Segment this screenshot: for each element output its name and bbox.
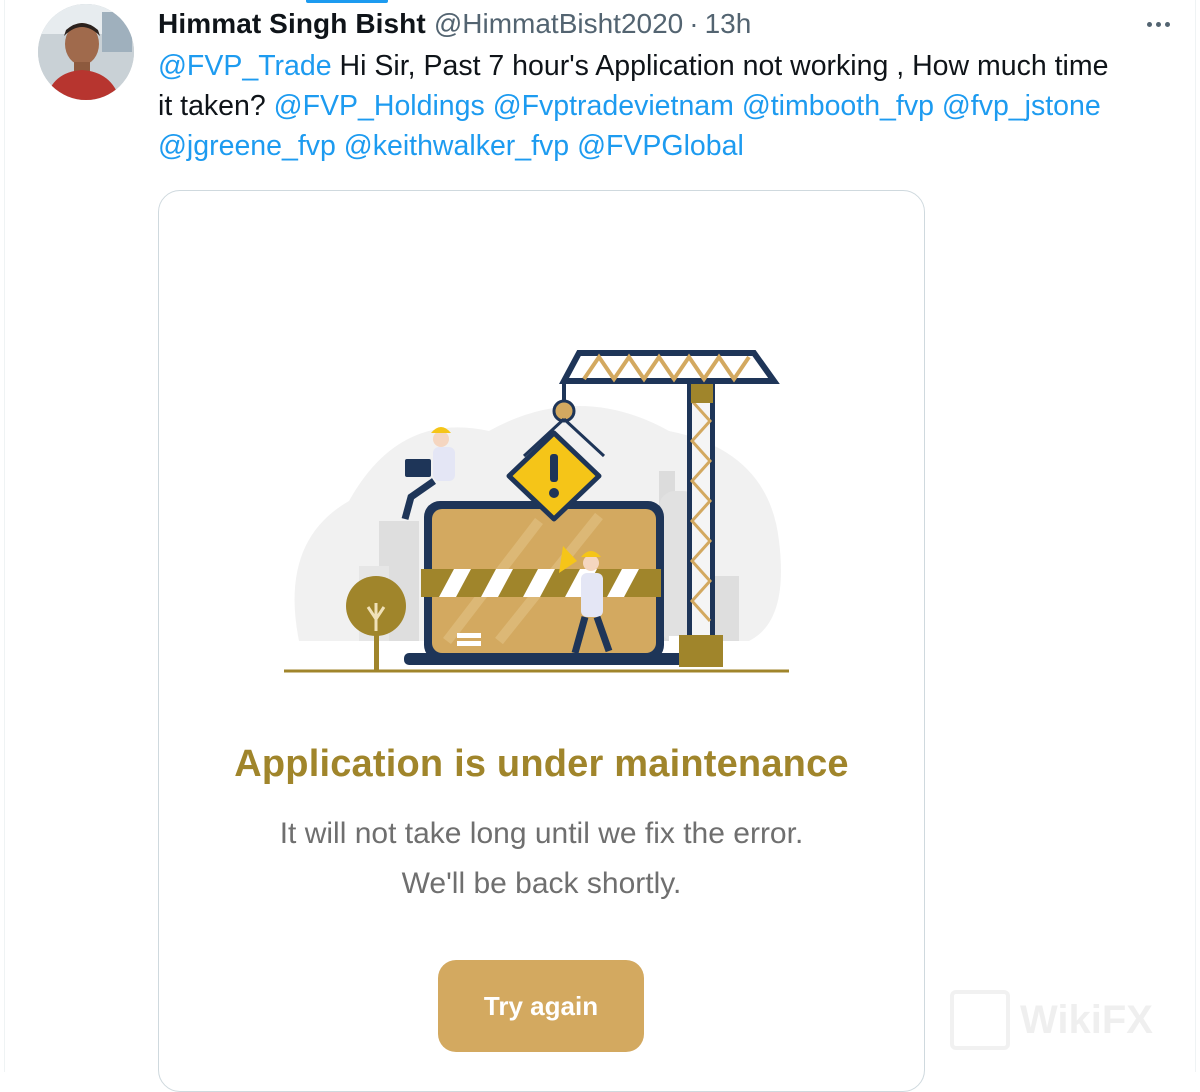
avatar[interactable] [38, 4, 134, 100]
display-name[interactable]: Himmat Singh Bisht [158, 8, 426, 40]
tweet-text-line-1: @FVP_Trade Hi Sir, Past 7 hour's Applica… [158, 46, 1178, 86]
more-horizontal-icon [1146, 21, 1152, 27]
mention-link[interactable]: @FVP_Holdings [274, 90, 485, 122]
mention-link[interactable]: @FVPGlobal [577, 130, 744, 162]
maintenance-title: Application is under maintenance [234, 743, 849, 785]
watermark-logo-icon [950, 990, 1010, 1050]
tweet-text: @FVP_Trade Hi Sir, Past 7 hour's Applica… [158, 46, 1178, 166]
tab-indicator [306, 0, 388, 3]
timestamp[interactable]: 13h [705, 8, 752, 40]
mention-link[interactable]: @jgreene_fvp [158, 130, 336, 162]
mention-link[interactable]: @FVP_Trade [158, 50, 332, 82]
user-handle[interactable]: @HimmatBisht2020 [434, 8, 683, 40]
more-options-button[interactable] [1138, 10, 1178, 38]
maintenance-message-2: We'll be back shortly. [401, 867, 682, 900]
mention-link[interactable]: @Fvptradevietnam [493, 90, 734, 122]
tweet-text-line-2: it taken? @FVP_Holdings @Fvptradevietnam… [158, 86, 1178, 126]
timeline-border-right [1195, 0, 1196, 1072]
separator-dot: · [689, 8, 699, 39]
timeline-border-left [4, 0, 5, 1072]
under-construction-illustration [279, 341, 799, 681]
tweet-text-line-3: @jgreene_fvp @keithwalker_fvp @FVPGlobal [158, 126, 1178, 166]
tweet-header: Himmat Singh Bisht @HimmatBisht2020 · 13… [158, 6, 751, 42]
watermark: WikiFX [950, 990, 1190, 1050]
image-card[interactable]: Application is under maintenance It will… [158, 190, 925, 1092]
tweet-body-text: Hi Sir, Past 7 hour's Application not wo… [331, 50, 1109, 82]
mention-link[interactable]: @keithwalker_fvp [344, 130, 569, 162]
mention-link[interactable]: @timbooth_fvp [742, 90, 934, 122]
tweet-body-text: it taken? [158, 90, 274, 122]
maintenance-message: It will not take long until we fix the e… [279, 817, 804, 850]
try-again-button[interactable]: Try again [438, 960, 644, 1052]
watermark-text: WikiFX [1020, 997, 1153, 1042]
mention-link[interactable]: @fvp_jstone [942, 90, 1101, 122]
